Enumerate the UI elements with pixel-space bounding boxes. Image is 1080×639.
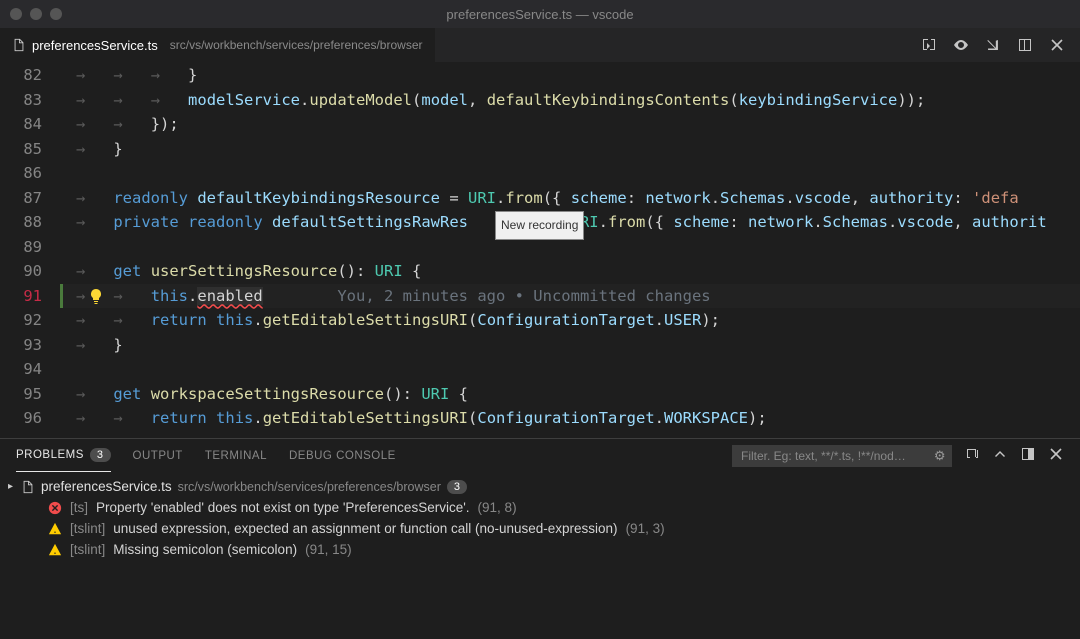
panel-tab-debug-console[interactable]: DEBUG CONSOLE — [289, 439, 396, 472]
editor-tab[interactable]: preferencesService.ts src/vs/workbench/s… — [0, 28, 435, 62]
split-editor-icon[interactable] — [1016, 36, 1034, 54]
maximize-panel-icon[interactable] — [1020, 446, 1036, 465]
line-number: 83 — [0, 88, 42, 113]
code-line[interactable]: → get workspaceSettingsResource(): URI { — [60, 382, 1080, 407]
code-line[interactable]: → → → } — [60, 63, 1080, 88]
window-title: preferencesService.ts — vscode — [446, 7, 633, 22]
line-number: 93 — [0, 333, 42, 358]
line-number: 87 — [0, 186, 42, 211]
split-diff-icon[interactable] — [984, 36, 1002, 54]
code-line[interactable]: → get userSettingsResource(): URI { — [60, 259, 1080, 284]
code-line[interactable]: → → → modelService.updateModel(model, de… — [60, 88, 1080, 113]
problems-filter-input[interactable] — [732, 445, 952, 467]
panel-tab-output[interactable]: OUTPUT — [133, 439, 183, 472]
problem-message: unused expression, expected an assignmen… — [113, 521, 617, 536]
warning-icon — [48, 522, 62, 536]
problem-message: Property 'enabled' does not exist on typ… — [96, 500, 470, 515]
tab-filename: preferencesService.ts — [32, 38, 158, 53]
line-number: 90 — [0, 259, 42, 284]
problem-source: [tslint] — [70, 521, 105, 536]
panel-actions: ⚙ — [732, 445, 1064, 467]
problem-source: [tslint] — [70, 542, 105, 557]
file-icon — [12, 38, 26, 52]
line-number: 85 — [0, 137, 42, 162]
problem-item[interactable]: [ts] Property 'enabled' does not exist on… — [8, 497, 1072, 518]
line-number: 95 — [0, 382, 42, 407]
line-number: 89 — [0, 235, 42, 260]
chevron-up-icon[interactable] — [992, 446, 1008, 465]
problem-file-row[interactable]: ▸ preferencesService.ts src/vs/workbench… — [8, 476, 1072, 497]
close-tab-icon[interactable] — [1048, 36, 1066, 54]
chevron-down-icon[interactable]: ▸ — [8, 481, 13, 492]
panel-tab-problems[interactable]: PROBLEMS 3 — [16, 439, 111, 472]
code-line[interactable]: → → return this.getEditableSettingsURI(C… — [60, 308, 1080, 333]
problem-message: Missing semicolon (semicolon) — [113, 542, 297, 557]
line-number: 82 — [0, 63, 42, 88]
line-number: 91 — [0, 284, 42, 309]
panel-tab-label: PROBLEMS — [16, 449, 84, 461]
warning-icon — [48, 543, 62, 557]
line-number: 94 — [0, 357, 42, 382]
close-panel-icon[interactable] — [1048, 446, 1064, 465]
problem-file-name: preferencesService.ts — [41, 479, 172, 494]
code-line[interactable]: → readonly defaultKeybindingsResource = … — [60, 186, 1080, 211]
problem-item[interactable]: [tslint] Missing semicolon (semicolon) (91… — [8, 539, 1072, 560]
line-number: 92 — [0, 308, 42, 333]
code-line[interactable] — [60, 357, 1080, 382]
editor-tab-bar: preferencesService.ts src/vs/workbench/s… — [0, 28, 1080, 63]
error-icon — [48, 501, 62, 515]
compare-changes-icon[interactable] — [920, 36, 938, 54]
lightbulb-icon[interactable] — [88, 287, 104, 303]
problem-file-path: src/vs/workbench/services/preferences/br… — [178, 480, 441, 494]
window-controls — [10, 8, 62, 20]
collapse-all-icon[interactable] — [964, 446, 980, 465]
show-changes-icon[interactable] — [952, 36, 970, 54]
line-gutter: 828384858687888990919293949596 — [0, 63, 60, 438]
line-number: 86 — [0, 161, 42, 186]
problem-source: [ts] — [70, 500, 88, 515]
line-number: 84 — [0, 112, 42, 137]
problem-location: (91, 3) — [626, 521, 665, 536]
problem-item[interactable]: [tslint] unused expression, expected an a… — [8, 518, 1072, 539]
line-number: 88 — [0, 210, 42, 235]
modified-line-indicator — [60, 284, 63, 309]
problem-location: (91, 15) — [305, 542, 352, 557]
code-line[interactable]: → } — [60, 333, 1080, 358]
panel-tab-terminal[interactable]: TERMINAL — [205, 439, 267, 472]
code-line[interactable] — [60, 161, 1080, 186]
file-icon — [21, 480, 35, 494]
problem-location: (91, 8) — [478, 500, 517, 515]
bottom-panel: PROBLEMS 3 OUTPUT TERMINAL DEBUG CONSOLE… — [0, 438, 1080, 639]
editor-actions — [920, 36, 1080, 54]
code-line[interactable]: → } — [60, 137, 1080, 162]
code-line[interactable]: → → return this.getEditableSettingsURI(C… — [60, 406, 1080, 431]
tab-path: src/vs/workbench/services/preferences/br… — [170, 38, 423, 52]
close-window-button[interactable] — [10, 8, 22, 20]
line-number: 96 — [0, 406, 42, 431]
title-bar: preferencesService.ts — vscode — [0, 0, 1080, 28]
code-line[interactable]: → → this.enabled You, 2 minutes ago • Un… — [60, 284, 1080, 309]
code-content[interactable]: → → → }→ → → modelService.updateModel(mo… — [60, 63, 1080, 438]
recording-tooltip: New recording — [495, 211, 584, 240]
code-editor[interactable]: 828384858687888990919293949596 → → → }→ … — [0, 63, 1080, 438]
maximize-window-button[interactable] — [50, 8, 62, 20]
minimize-window-button[interactable] — [30, 8, 42, 20]
problems-list[interactable]: ▸ preferencesService.ts src/vs/workbench… — [0, 472, 1080, 564]
problems-count-badge: 3 — [90, 448, 111, 462]
panel-tabs: PROBLEMS 3 OUTPUT TERMINAL DEBUG CONSOLE… — [0, 439, 1080, 472]
filter-settings-icon[interactable]: ⚙ — [934, 448, 946, 464]
code-line[interactable]: → → }); — [60, 112, 1080, 137]
file-problem-count: 3 — [447, 480, 467, 494]
